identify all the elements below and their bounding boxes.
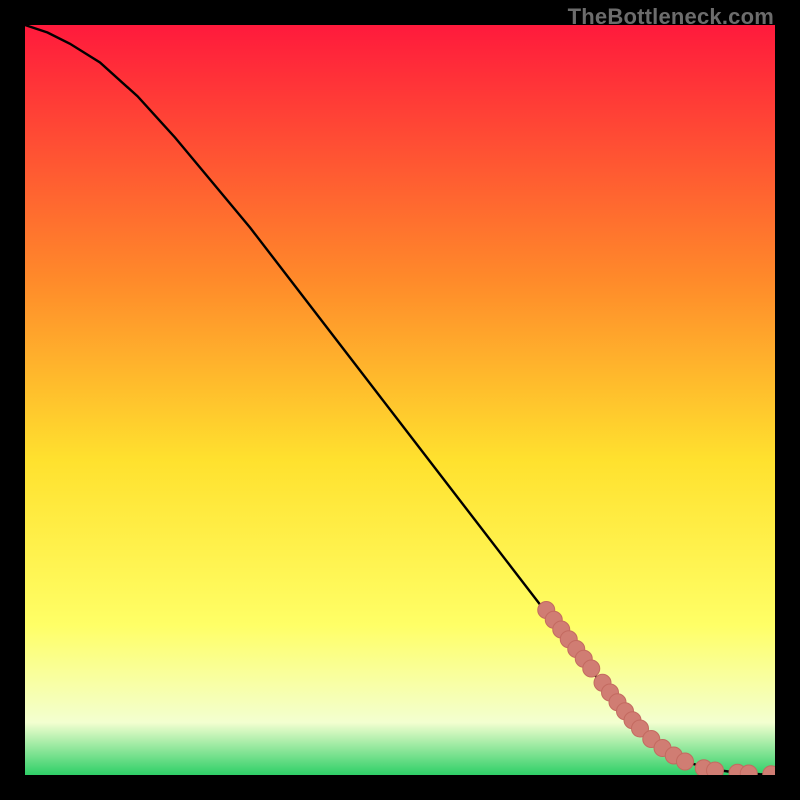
- chart-frame: TheBottleneck.com: [0, 0, 800, 800]
- scatter-dot: [707, 762, 724, 775]
- scatter-dot: [677, 753, 694, 770]
- bottleneck-plot: [25, 25, 775, 775]
- scatter-dot: [583, 660, 600, 677]
- gradient-background: [25, 25, 775, 775]
